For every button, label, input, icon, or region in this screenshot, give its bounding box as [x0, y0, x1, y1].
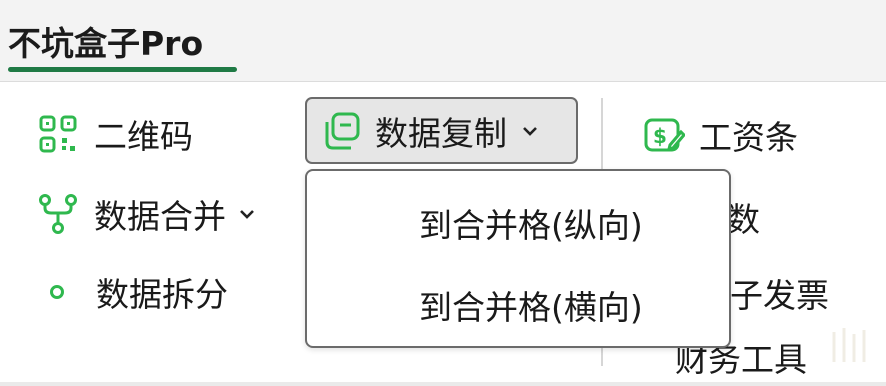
- ribbon-bottom-edge: [0, 382, 886, 386]
- active-tab-indicator: [8, 67, 237, 72]
- menu-item-to-merged-vertical[interactable]: 到合并格(纵向): [419, 199, 643, 247]
- data-copy-label: 数据复制: [375, 113, 507, 153]
- data-merge-label: 数据合并: [94, 197, 226, 236]
- data-merge-button[interactable]: 数据合并: [38, 190, 256, 238]
- data-split-label: 数据拆分: [96, 275, 228, 314]
- data-split-button[interactable]: 数据拆分: [48, 268, 228, 316]
- parameters-button[interactable]: 数: [727, 193, 760, 241]
- merge-fork-icon: [38, 193, 78, 235]
- salary-slip-button[interactable]: $ 工资条: [643, 111, 798, 159]
- e-invoice-label: 子发票: [730, 276, 829, 315]
- qr-code-button[interactable]: 二维码: [38, 110, 193, 158]
- ribbon-tab-bar: 不坑盒子Pro: [0, 0, 886, 82]
- parameters-label: 数: [727, 200, 760, 239]
- dot-icon: [48, 283, 66, 301]
- chevron-down-icon: [238, 208, 256, 220]
- faint-watermark-icon: [832, 328, 866, 362]
- chevron-down-icon: [521, 125, 539, 137]
- e-invoice-button[interactable]: 子发票: [730, 269, 829, 317]
- tab-bukeng-box-pro[interactable]: 不坑盒子Pro: [8, 17, 203, 65]
- salary-slip-label: 工资条: [699, 118, 798, 157]
- data-copy-button[interactable]: 数据复制: [305, 97, 578, 164]
- qr-code-icon: [38, 114, 78, 154]
- qr-code-label: 二维码: [94, 117, 193, 156]
- svg-text:$: $: [653, 124, 667, 148]
- salary-slip-icon: $: [643, 115, 685, 155]
- menu-item-to-merged-horizontal[interactable]: 到合并格(横向): [419, 281, 643, 329]
- data-copy-dropdown-menu: 到合并格(纵向) 到合并格(横向): [305, 169, 731, 348]
- copy-stack-icon: [321, 111, 361, 151]
